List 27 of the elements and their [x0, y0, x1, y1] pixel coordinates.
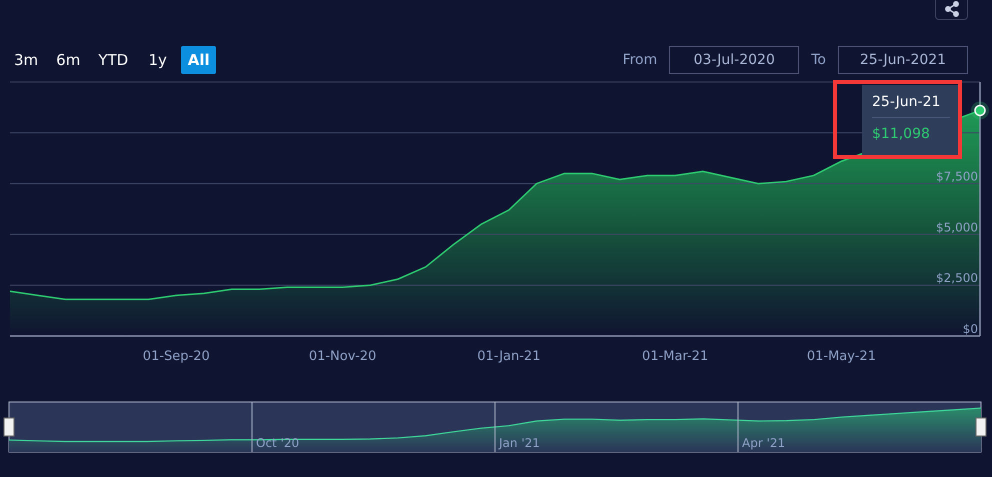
y-axis-label: $5,000	[936, 220, 978, 234]
share-icon	[944, 0, 960, 16]
share-button[interactable]	[935, 0, 968, 20]
navigator-label: Oct '20	[256, 436, 300, 450]
x-axis-label: 01-Jan-21	[477, 349, 540, 364]
to-label: To	[811, 52, 826, 68]
navigator-handle[interactable]	[976, 418, 986, 436]
tooltip-value: $11,098	[872, 125, 931, 142]
range-button[interactable]: 6m	[50, 46, 86, 74]
x-axis-label: 01-Nov-20	[308, 349, 376, 364]
y-axis-label: $2,500	[936, 271, 978, 286]
to-date-field[interactable]: 25-Jun-2021	[838, 46, 968, 74]
point-marker	[971, 101, 989, 120]
from-date-field[interactable]: 03-Jul-2020	[669, 46, 800, 74]
y-axis-label: $0	[962, 322, 978, 336]
x-axis-label: 01-Sep-20	[142, 349, 210, 364]
x-axis-label: 01-May-21	[806, 349, 876, 364]
range-button[interactable]: YTD	[92, 46, 134, 74]
y-axis-label: $7,500	[936, 170, 978, 184]
navigator-handle[interactable]	[4, 418, 14, 436]
navigator-label: Apr '21	[742, 436, 786, 450]
from-label: From	[622, 52, 658, 68]
tooltip-date: 25-Jun-21	[872, 85, 950, 118]
navigator-label: Jan '21	[499, 436, 540, 450]
x-axis-label: 01-Mar-21	[642, 349, 708, 364]
range-button[interactable]: 1y	[140, 46, 176, 74]
range-button[interactable]: 3m	[8, 46, 44, 74]
